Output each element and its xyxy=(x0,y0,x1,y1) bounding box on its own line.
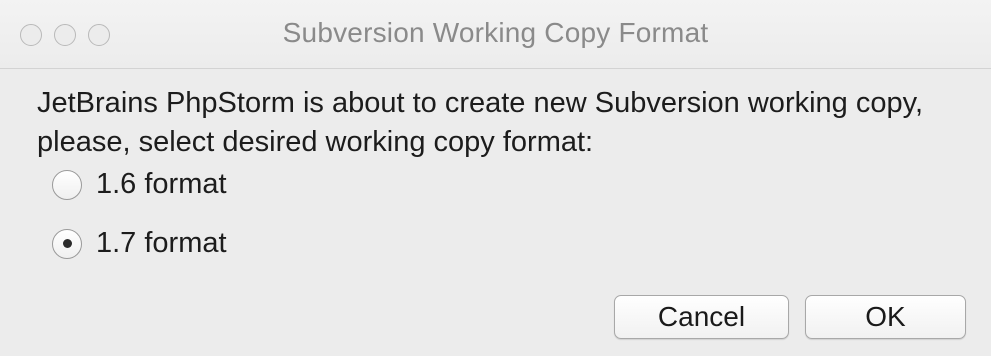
option-1-7-format[interactable]: 1.7 format xyxy=(52,227,227,260)
option-label: 1.7 format xyxy=(96,227,227,259)
radio-unselected-icon[interactable] xyxy=(52,169,82,200)
svn-format-dialog: Subversion Working Copy Format JetBrains… xyxy=(0,0,991,356)
window-title: Subversion Working Copy Format xyxy=(282,17,709,48)
ok-button[interactable]: OK xyxy=(805,295,966,339)
option-label: 1.6 format xyxy=(96,168,227,200)
message-line-1: JetBrains PhpStorm is about to create ne… xyxy=(37,87,924,119)
title-bar[interactable]: Subversion Working Copy Format xyxy=(0,0,991,69)
message-line-2: please, select desired working copy form… xyxy=(37,126,594,158)
dialog-message: JetBrains PhpStorm is about to create ne… xyxy=(37,84,977,162)
option-1-6-format[interactable]: 1.6 format xyxy=(52,168,227,201)
radio-selected-icon[interactable] xyxy=(52,228,82,259)
cancel-button[interactable]: Cancel xyxy=(614,295,789,339)
